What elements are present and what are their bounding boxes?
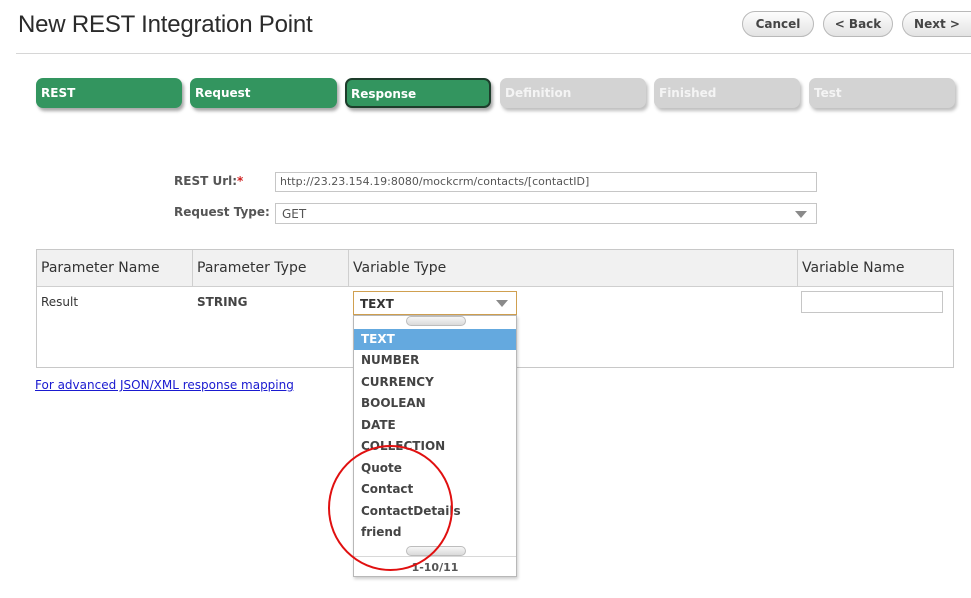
variable-type-value: TEXT bbox=[360, 297, 394, 311]
dropdown-option-friend[interactable]: friend bbox=[354, 522, 516, 543]
column-header-parameter-type[interactable]: Parameter Type bbox=[193, 250, 348, 287]
grid-header: Parameter Name Parameter Type Variable T… bbox=[37, 250, 953, 287]
dropdown-option-contactdetails[interactable]: ContactDetails bbox=[354, 501, 516, 522]
dropdown-option-collection[interactable]: COLLECTION bbox=[354, 436, 516, 457]
back-button[interactable]: < Back bbox=[823, 11, 893, 37]
dropdown-option-number[interactable]: NUMBER bbox=[354, 350, 516, 371]
dropdown-pagination: 1-10/11 bbox=[354, 556, 516, 577]
required-marker: * bbox=[237, 174, 244, 188]
scroll-up-button[interactable] bbox=[406, 316, 466, 326]
step-request[interactable]: Request bbox=[190, 78, 337, 108]
column-header-parameter-name[interactable]: Parameter Name bbox=[37, 250, 192, 287]
dropdown-option-quote[interactable]: Quote bbox=[354, 458, 516, 479]
dropdown-option-boolean[interactable]: BOOLEAN bbox=[354, 393, 516, 414]
cell-parameter-name: Result bbox=[41, 295, 79, 309]
variable-type-select[interactable]: TEXT bbox=[353, 291, 517, 315]
chevron-down-icon bbox=[496, 300, 508, 307]
step-rest[interactable]: REST bbox=[36, 78, 182, 108]
scroll-down-button[interactable] bbox=[406, 546, 466, 556]
column-header-variable-name[interactable]: Variable Name bbox=[798, 250, 953, 287]
next-button[interactable]: Next > bbox=[902, 11, 971, 37]
header-divider bbox=[16, 53, 971, 54]
request-type-select[interactable]: GET bbox=[275, 203, 817, 224]
step-finished[interactable]: Finished bbox=[654, 78, 800, 108]
column-header-variable-type[interactable]: Variable Type bbox=[349, 250, 797, 287]
variable-type-dropdown: TEXT NUMBER CURRENCY BOOLEAN DATE COLLEC… bbox=[353, 315, 517, 577]
rest-url-label-text: REST Url: bbox=[174, 174, 238, 188]
rest-url-field[interactable]: http://23.23.154.19:8080/mockcrm/contact… bbox=[275, 172, 817, 192]
step-definition[interactable]: Definition bbox=[500, 78, 646, 108]
dropdown-option-contact[interactable]: Contact bbox=[354, 479, 516, 500]
cancel-button[interactable]: Cancel bbox=[742, 11, 814, 37]
cell-parameter-type: STRING bbox=[197, 295, 248, 309]
chevron-down-icon bbox=[795, 211, 807, 218]
variable-name-input[interactable] bbox=[801, 291, 943, 313]
advanced-mapping-link[interactable]: For advanced JSON/XML response mapping bbox=[35, 378, 294, 392]
rest-url-label: REST Url:* bbox=[174, 174, 243, 188]
dropdown-option-currency[interactable]: CURRENCY bbox=[354, 372, 516, 393]
dropdown-option-text[interactable]: TEXT bbox=[354, 329, 516, 350]
request-type-value: GET bbox=[282, 207, 307, 221]
step-test[interactable]: Test bbox=[809, 78, 955, 108]
step-response[interactable]: Response bbox=[345, 78, 491, 108]
request-type-label: Request Type: bbox=[174, 205, 270, 219]
page-title: New REST Integration Point bbox=[18, 11, 313, 38]
dropdown-option-date[interactable]: DATE bbox=[354, 415, 516, 436]
